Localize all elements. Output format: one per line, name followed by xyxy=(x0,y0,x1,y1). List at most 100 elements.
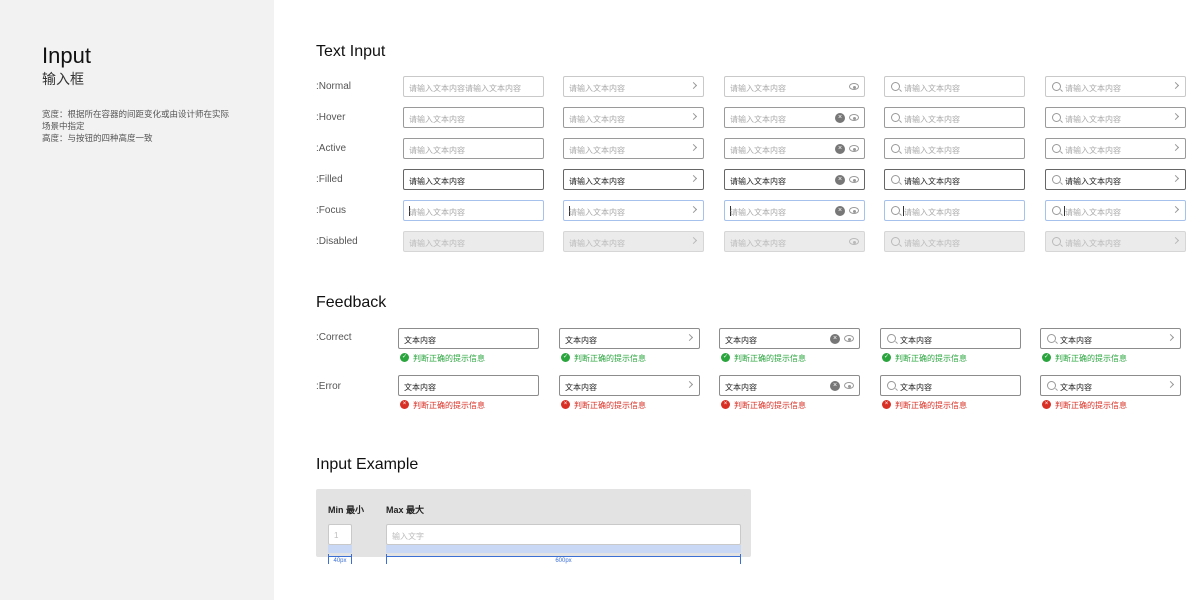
input-text: 请输入文本内容 xyxy=(1065,208,1121,217)
state-label: :Hover xyxy=(316,112,346,123)
text-input-focus-5[interactable]: 请输入文本内容 xyxy=(1045,200,1186,221)
text-input-active-1[interactable]: 请输入文本内容 xyxy=(403,138,544,159)
text-input-normal-3[interactable]: 请输入文本内容 xyxy=(724,76,865,97)
clear-icon[interactable]: × xyxy=(830,381,840,391)
max-dimension-label: 600px xyxy=(555,558,572,564)
input-text: 请输入文本内容 xyxy=(904,115,960,124)
state-label: :Disabled xyxy=(316,236,358,247)
text-input-filled-4[interactable]: 请输入文本内容 xyxy=(884,169,1025,190)
text-input-active-4[interactable]: 请输入文本内容 xyxy=(884,138,1025,159)
eye-icon[interactable] xyxy=(844,335,854,342)
eye-icon[interactable] xyxy=(849,145,859,152)
feedback-input-correct-1[interactable]: 文本内容 xyxy=(398,328,539,349)
sidebar: Input 输入框 宽度：根据所在容器的间距变化或由设计师在实际 场景中指定 高… xyxy=(0,0,274,600)
search-icon xyxy=(1047,334,1056,343)
feedback-input-correct-5[interactable]: 文本内容 xyxy=(1040,328,1181,349)
eye-icon[interactable] xyxy=(849,83,859,90)
input-text: 请输入文本内容 xyxy=(730,177,786,186)
chevron-right-icon xyxy=(689,205,698,214)
eye-icon[interactable] xyxy=(844,382,854,389)
error-circle-icon: × xyxy=(882,400,891,409)
text-input-normal-5[interactable]: 请输入文本内容 xyxy=(1045,76,1186,97)
text-input-filled-3[interactable]: 请输入文本内容 × xyxy=(724,169,865,190)
text-input-focus-3[interactable]: 请输入文本内容 × xyxy=(724,200,865,221)
input-text: 文本内容 xyxy=(725,336,757,345)
text-input-hover-2[interactable]: 请输入文本内容 xyxy=(563,107,704,128)
message-text: 判断正确的提示信息 xyxy=(413,354,485,363)
clear-icon[interactable]: × xyxy=(835,113,845,123)
clear-icon[interactable]: × xyxy=(835,175,845,185)
feedback-input-error-3[interactable]: 文本内容 × xyxy=(719,375,860,396)
main-content: Text Input :Normal 请输入文本内容请输入文本内容 请输入文本内容请… xyxy=(274,0,1187,600)
state-row-hover: :Hover 请输入文本内容 请输入文本内容 请输入文本内容 × 请输入文本内容 请输入文本… xyxy=(316,107,1187,129)
clear-icon[interactable]: × xyxy=(835,144,845,154)
check-circle-icon: ✓ xyxy=(400,353,409,362)
text-input-normal-1[interactable]: 请输入文本内容请输入文本内容 xyxy=(403,76,544,97)
text-input-active-2[interactable]: 请输入文本内容 xyxy=(563,138,704,159)
error-message: × 判断正确的提示信息 xyxy=(400,399,541,411)
input-text: 请输入文本内容 xyxy=(1065,239,1121,248)
feedback-input-error-2[interactable]: 文本内容 xyxy=(559,375,700,396)
search-icon xyxy=(891,237,900,246)
chevron-right-icon xyxy=(685,380,694,389)
state-row-filled: :Filled 请输入文本内容 请输入文本内容 请输入文本内容 × 请输入文本内容 请输入文… xyxy=(316,169,1187,191)
text-input-disabled-5: 请输入文本内容 xyxy=(1045,231,1186,252)
text-input-focus-4[interactable]: 请输入文本内容 xyxy=(884,200,1025,221)
clear-icon[interactable]: × xyxy=(835,206,845,216)
text-input-hover-5[interactable]: 请输入文本内容 xyxy=(1045,107,1186,128)
feedback-input-correct-4[interactable]: 文本内容 xyxy=(880,328,1021,349)
feedback-input-error-4[interactable]: 文本内容 xyxy=(880,375,1021,396)
feedback-input-correct-2[interactable]: 文本内容 xyxy=(559,328,700,349)
text-input-hover-4[interactable]: 请输入文本内容 xyxy=(884,107,1025,128)
input-text: 请输入文本内容 xyxy=(409,239,465,248)
text-input-active-3[interactable]: 请输入文本内容 × xyxy=(724,138,865,159)
eye-icon[interactable] xyxy=(849,176,859,183)
state-label: :Focus xyxy=(316,205,347,216)
input-text: 请输入文本内容 xyxy=(1065,177,1121,186)
input-text: 文本内容 xyxy=(1060,336,1092,345)
input-text: 请输入文本内容 xyxy=(730,84,786,93)
search-icon xyxy=(1047,381,1056,390)
feedback-input-correct-3[interactable]: 文本内容 × xyxy=(719,328,860,349)
input-text: 请输入文本内容 xyxy=(409,208,465,217)
text-input-filled-5[interactable]: 请输入文本内容 xyxy=(1045,169,1186,190)
clear-icon[interactable]: × xyxy=(830,334,840,344)
search-icon xyxy=(1052,144,1061,153)
feedback-input-error-5[interactable]: 文本内容 xyxy=(1040,375,1181,396)
state-row-disabled: :Disabled 请输入文本内容 请输入文本内容 请输入文本内容 请输入文本内容 请输入… xyxy=(316,231,1187,253)
input-text: 请输入文本内容 xyxy=(904,146,960,155)
height-description: 高度：与按钮的四种高度一致 xyxy=(42,133,153,143)
eye-icon[interactable] xyxy=(849,207,859,214)
text-input-filled-1[interactable]: 请输入文本内容 xyxy=(403,169,544,190)
text-input-active-5[interactable]: 请输入文本内容 xyxy=(1045,138,1186,159)
search-icon xyxy=(1052,82,1061,91)
text-input-normal-4[interactable]: 请输入文本内容 xyxy=(884,76,1025,97)
feedback-row-error: :Error 文本内容 × 判断正确的提示信息 文本内容 × 判断正确的提示信息 文本内容 × ×… xyxy=(316,375,1187,415)
search-icon xyxy=(887,381,896,390)
text-input-focus-1[interactable]: 请输入文本内容 xyxy=(403,200,544,221)
search-icon xyxy=(891,82,900,91)
chevron-right-icon xyxy=(1171,205,1180,214)
chevron-right-icon xyxy=(1171,143,1180,152)
max-input[interactable]: 输入文字 xyxy=(386,524,741,545)
min-width-highlight xyxy=(328,545,352,553)
max-label: Max 最大 xyxy=(386,505,425,515)
page-title: Input xyxy=(42,43,91,68)
text-input-disabled-1: 请输入文本内容 xyxy=(403,231,544,252)
text-input-normal-2[interactable]: 请输入文本内容 xyxy=(563,76,704,97)
state-label: :Active xyxy=(316,143,347,154)
input-text: 文本内容 xyxy=(900,383,932,392)
input-text: 文本内容 xyxy=(725,383,757,392)
feedback-input-error-1[interactable]: 文本内容 xyxy=(398,375,539,396)
error-message: × 判断正确的提示信息 xyxy=(882,399,1023,411)
text-input-hover-1[interactable]: 请输入文本内容 xyxy=(403,107,544,128)
text-input-focus-2[interactable]: 请输入文本内容 xyxy=(563,200,704,221)
input-text: 文本内容 xyxy=(404,383,436,392)
eye-icon[interactable] xyxy=(849,114,859,121)
min-input[interactable]: 1 xyxy=(328,524,352,545)
error-circle-icon: × xyxy=(561,400,570,409)
input-text: 请输入文本内容 xyxy=(1065,115,1121,124)
chevron-right-icon xyxy=(689,174,698,183)
text-input-hover-3[interactable]: 请输入文本内容 × xyxy=(724,107,865,128)
text-input-filled-2[interactable]: 请输入文本内容 xyxy=(563,169,704,190)
